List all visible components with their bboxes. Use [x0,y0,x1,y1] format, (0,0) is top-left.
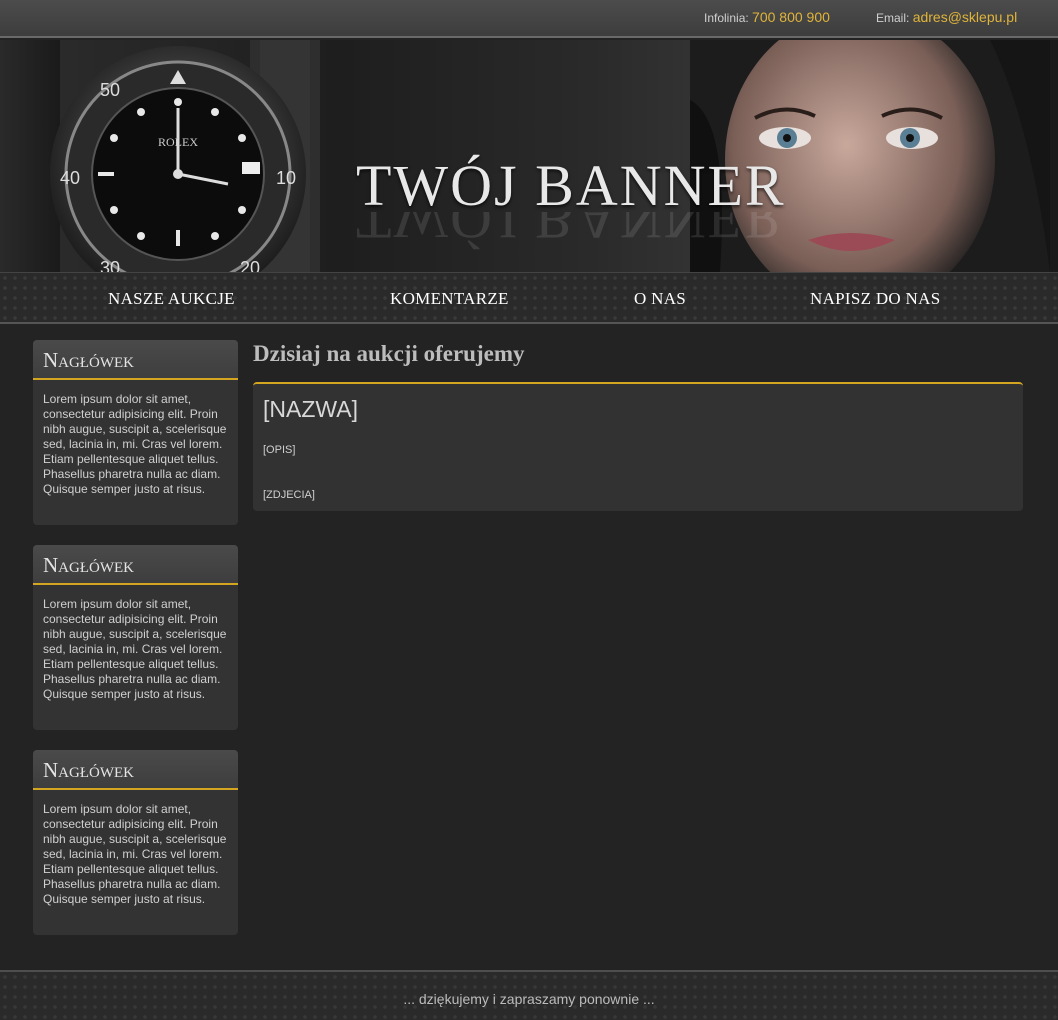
banner-title: TWÓJ BANNER [356,153,786,218]
sidebar-box-heading: Nagłówek [33,340,238,380]
footer: ... dziękujemy i zapraszamy ponownie ... [0,970,1058,1020]
sidebar-box-heading: Nagłówek [33,750,238,790]
banner: ROLEX 50 40 30 20 10 TWÓJ BANNER TWÓJ BA… [0,40,1058,272]
email-label: Email: [876,11,910,25]
email-contact: Email: adres@sklepu.pl [876,9,1017,25]
phone-label: Infolinia: [704,11,749,25]
main-navigation: NASZE AUKCJE KOMENTARZE O NAS NAPISZ DO … [0,272,1058,324]
sidebar-box-text: Lorem ipsum dolor sit amet, consectetur … [43,802,227,906]
top-bar: Infolinia: 700 800 900 Email: adres@skle… [0,0,1058,38]
auction-photos: [ZDJECIA] [263,489,315,501]
nav-item-napisz-do-nas[interactable]: NAPISZ DO NAS [810,289,940,309]
auction-name: [NAZWA] [263,396,358,422]
email-link[interactable]: adres@sklepu.pl [913,9,1018,25]
svg-text:10: 10 [276,168,296,188]
nav-item-komentarze[interactable]: KOMENTARZE [390,289,509,309]
watch-image: ROLEX 50 40 30 20 10 [50,40,320,272]
svg-text:50: 50 [100,80,120,100]
sidebar-box: Nagłówek Lorem ipsum dolor sit amet, con… [33,750,238,935]
svg-text:40: 40 [60,168,80,188]
phone-number[interactable]: 700 800 900 [752,9,830,25]
svg-text:20: 20 [240,258,260,272]
svg-text:ROLEX: ROLEX [158,135,198,149]
phone-contact: Infolinia: 700 800 900 [704,9,830,25]
nav-item-nasze-aukcje[interactable]: NASZE AUKCJE [108,289,235,309]
sidebar-box-text: Lorem ipsum dolor sit amet, consectetur … [43,392,227,496]
page-title: Dzisiaj na aukcji oferujemy [253,341,525,366]
sidebar-box: Nagłówek Lorem ipsum dolor sit amet, con… [33,340,238,525]
svg-text:30: 30 [100,258,120,272]
banner-title-reflection: TWÓJ BANNER [356,212,786,251]
sidebar-box-heading: Nagłówek [33,545,238,585]
footer-text: ... dziękujemy i zapraszamy ponownie ... [403,991,655,1007]
sidebar-box-text: Lorem ipsum dolor sit amet, consectetur … [43,597,227,701]
auction-card: [NAZWA] [OPIS] [ZDJECIA] [253,382,1023,511]
nav-item-o-nas[interactable]: O NAS [634,289,686,309]
sidebar-box: Nagłówek Lorem ipsum dolor sit amet, con… [33,545,238,730]
auction-description: [OPIS] [263,444,296,456]
